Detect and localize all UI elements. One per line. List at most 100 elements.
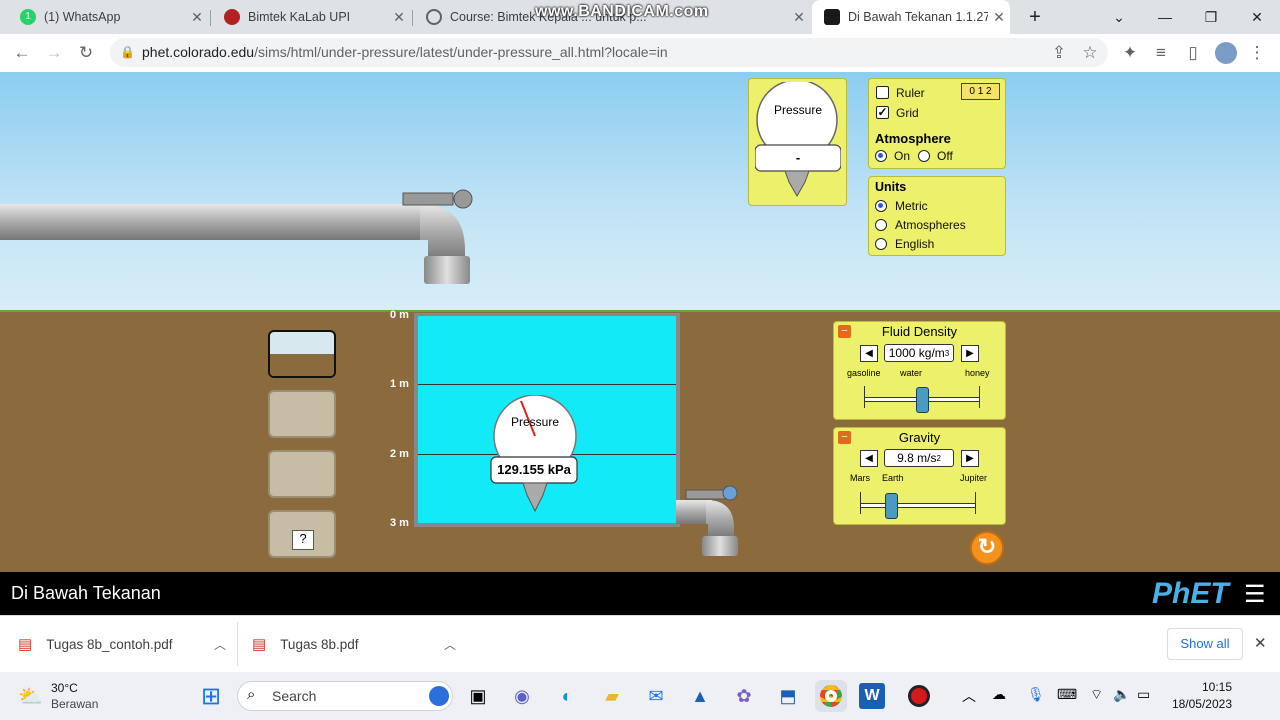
show-all-button[interactable]: Show all <box>1167 628 1243 660</box>
units-english-radio[interactable] <box>875 238 887 250</box>
microphone-icon[interactable]: 🎙 <box>1027 686 1045 703</box>
close-window-button[interactable]: ✕ <box>1234 0 1280 34</box>
units-atmospheres-radio[interactable] <box>875 219 887 231</box>
download-item[interactable]: ▤ Tugas 8b.pdf ︿ <box>252 628 462 660</box>
tab-divider <box>210 10 211 26</box>
taskbar-search[interactable] <box>237 681 453 711</box>
chat-icon[interactable]: ◉ <box>506 680 538 712</box>
store-icon[interactable]: ⬒ <box>772 680 804 712</box>
gravity-decrease-button[interactable]: ◀ <box>860 450 878 467</box>
edge-icon[interactable]: ◐ <box>551 680 583 712</box>
scene-trapezoid-pool-button[interactable] <box>268 390 336 438</box>
keyboard-icon[interactable]: ⌨ <box>1057 686 1077 703</box>
density-slider[interactable] <box>864 386 980 413</box>
density-increase-button[interactable]: ▶ <box>961 345 979 362</box>
close-icon[interactable]: ✕ <box>388 9 410 26</box>
new-tab-button[interactable]: + <box>1012 0 1058 34</box>
ruler-checkbox[interactable] <box>876 86 889 99</box>
weather-temp[interactable]: 30°C <box>51 681 78 695</box>
close-icon[interactable]: ✕ <box>788 9 810 26</box>
reload-icon[interactable]: ↻ <box>73 40 99 66</box>
photos-icon[interactable]: ▲ <box>684 680 716 712</box>
search-placeholder: Search <box>272 688 317 704</box>
density-slider-thumb[interactable] <box>916 387 929 413</box>
chevron-up-icon[interactable]: ︿ <box>214 636 226 653</box>
gravity-increase-button[interactable]: ▶ <box>961 450 979 467</box>
tab-search-icon[interactable]: ⌄ <box>1096 0 1142 34</box>
gravity-mid-label: Earth <box>882 473 904 483</box>
mystery-mark: ? <box>292 530 314 550</box>
units-metric-radio[interactable] <box>875 200 887 212</box>
file-explorer-icon[interactable]: ▰ <box>596 680 628 712</box>
reset-all-button[interactable]: ↻ <box>970 531 1004 565</box>
tab-phet[interactable]: Di Bawah Tekanan 1.1.27 ✕ <box>812 0 1010 34</box>
sim-title: Di Bawah Tekanan <box>11 583 161 603</box>
close-icon[interactable]: ✕ <box>988 9 1010 26</box>
media-icon[interactable]: ≡ <box>1148 40 1174 66</box>
maximize-button[interactable]: ❐ <box>1188 0 1234 34</box>
tab-bimtek[interactable]: Bimtek KaLab UPI ✕ <box>212 0 410 34</box>
weather-desc[interactable]: Berawan <box>51 697 98 711</box>
chevron-up-tray-icon[interactable]: ︿ <box>962 686 976 706</box>
url-text[interactable]: phet.colorado.edu/sims/html/under-pressu… <box>142 44 668 60</box>
gravity-slider[interactable] <box>860 492 976 519</box>
hamburger-menu-icon[interactable]: ☰ <box>1244 580 1266 609</box>
onedrive-icon[interactable]: ☁ <box>992 686 1006 703</box>
download-item[interactable]: ▤ Tugas 8b_contoh.pdf ︿ <box>18 628 232 660</box>
menu-kebab-icon[interactable]: ⋮ <box>1244 40 1270 66</box>
back-icon[interactable]: ← <box>9 40 35 66</box>
avatar[interactable] <box>1215 42 1237 64</box>
lock-icon[interactable]: 🔒 <box>120 45 135 59</box>
extensions-icon[interactable]: ✦ <box>1117 40 1143 66</box>
atmosphere-title: Atmosphere <box>875 131 951 146</box>
scene-mystery-pool-button[interactable]: ? <box>268 510 336 558</box>
gravity-slider-thumb[interactable] <box>885 493 899 519</box>
volume-icon[interactable]: 🔈 <box>1113 686 1130 703</box>
download-divider <box>237 622 238 666</box>
ruler-icon[interactable]: 0 1 2 <box>961 83 1000 100</box>
grid-checkbox[interactable]: ✓ <box>876 106 889 119</box>
grid-label: Grid <box>896 106 919 120</box>
url-path: /sims/html/under-pressure/latest/under-p… <box>254 44 668 60</box>
clock-date[interactable]: 18/05/2023 <box>1162 697 1232 711</box>
upi-icon <box>224 9 240 25</box>
atmosphere-off-radio[interactable] <box>918 150 930 162</box>
density-decrease-button[interactable]: ◀ <box>860 345 878 362</box>
depth-label-3: 3 m <box>390 517 409 529</box>
close-icon[interactable]: ✕ <box>186 9 208 26</box>
clock-time[interactable]: 10:15 <box>1170 680 1232 694</box>
windows-start-icon[interactable]: ⊞ <box>195 680 227 712</box>
gauge-small-label: Pressure <box>773 103 823 117</box>
gauge-main-value: 129.155 kPa <box>497 462 571 477</box>
units-atmospheres-label: Atmospheres <box>895 218 966 232</box>
download-filename: Tugas 8b_contoh.pdf <box>46 636 173 652</box>
gauge-main-icon[interactable] <box>490 395 580 513</box>
density-max-label: honey <box>965 368 990 378</box>
wifi-icon[interactable]: ⌔ <box>1090 686 1103 704</box>
forward-icon[interactable]: → <box>41 40 67 66</box>
task-view-icon[interactable]: ▣ <box>462 680 494 712</box>
gauge-small-value: - <box>795 150 801 165</box>
whatsapp-icon: 1 <box>20 9 36 25</box>
atmosphere-on-label: On <box>894 149 911 163</box>
side-panel-icon[interactable]: ▯ <box>1180 40 1206 66</box>
close-downloads-icon[interactable]: ✕ <box>1254 634 1267 652</box>
bookmark-star-icon[interactable]: ☆ <box>1077 40 1103 66</box>
minimize-button[interactable]: — <box>1142 0 1188 34</box>
chrome-icon[interactable] <box>815 680 847 712</box>
weather-icon[interactable]: ⛅ <box>18 684 43 709</box>
atmosphere-on-radio[interactable] <box>875 150 887 162</box>
mail-icon[interactable]: ✉ <box>640 680 672 712</box>
scene-chamber-pool-button[interactable] <box>268 450 336 498</box>
chevron-up-icon[interactable]: ︿ <box>444 636 456 653</box>
phet-logo[interactable]: PhET <box>1152 577 1229 611</box>
gravity-title: Gravity <box>898 430 941 445</box>
copilot-icon[interactable]: ✿ <box>728 680 760 712</box>
tab-whatsapp[interactable]: 1 (1) WhatsApp ✕ <box>8 0 208 34</box>
share-icon[interactable]: ⇪ <box>1046 40 1072 66</box>
faucet-top <box>0 189 473 284</box>
battery-icon[interactable]: ▭ <box>1137 686 1150 703</box>
scene-square-pool-button[interactable] <box>268 330 336 378</box>
bandicam-icon[interactable] <box>903 680 935 712</box>
word-icon[interactable]: W <box>859 683 885 709</box>
